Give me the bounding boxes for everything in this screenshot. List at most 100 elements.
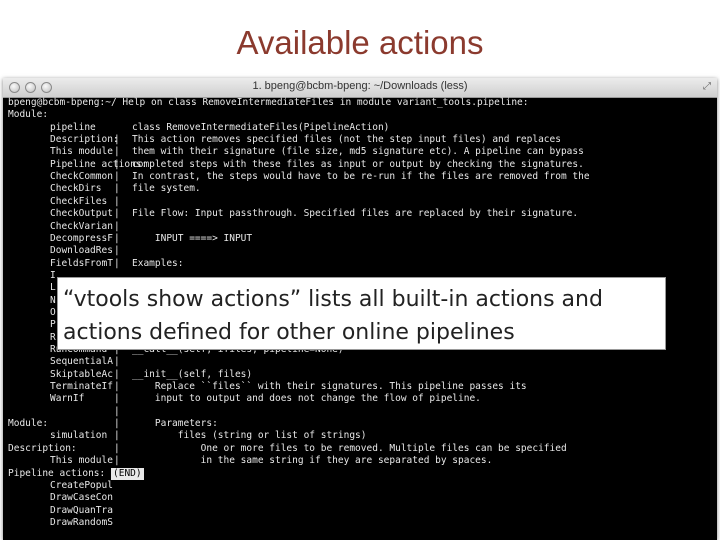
- terminal-column-c3: class RemoveIntermediateFiles(PipelineAc…: [132, 121, 390, 133]
- terminal-column-c3: File Flow: Input passthrough. Specified …: [132, 208, 579, 220]
- fullscreen-icon[interactable]: ⤢: [703, 81, 711, 92]
- terminal-column-c3: INPUT ====> INPUT: [132, 232, 253, 244]
- terminal-text: Module:: [8, 418, 49, 430]
- terminal-column-c3: them with their signature (file size, md…: [132, 146, 584, 158]
- terminal-line: Description: | This action removes specifi…: [8, 134, 712, 146]
- terminal-text: Pipeline actions:: [8, 467, 106, 479]
- terminal-column-c2: |: [114, 232, 120, 244]
- terminal-column-c3: Replace ``files`` with their signatures.…: [132, 381, 527, 393]
- terminal-line: DownloadRes |: [8, 245, 712, 257]
- terminal-column-c1: DrawQuanTra: [50, 504, 113, 516]
- terminal-line: CheckFiles |: [8, 196, 712, 208]
- terminal-column-c3: file system.: [132, 183, 201, 195]
- terminal-column-c3: in the same string if they are separated…: [132, 455, 493, 467]
- terminal-column-c2: |: [114, 430, 120, 442]
- terminal-column-c3: completed steps with these files as inpu…: [132, 158, 584, 170]
- terminal-line: DrawQuanTra: [8, 505, 712, 517]
- pager-end-marker: (END): [111, 467, 144, 480]
- terminal-column-c1: DrawRandomS: [50, 516, 113, 528]
- terminal-line: SequentialA |: [8, 356, 712, 368]
- terminal-column-c3: In contrast, the steps would have to be …: [132, 171, 590, 183]
- terminal-column-c1: SequentialA: [50, 356, 113, 368]
- terminal-column-c1: CheckFiles: [50, 195, 108, 207]
- terminal-line: |: [8, 406, 712, 418]
- terminal-line: simulation | files (string or list of str…: [8, 430, 712, 442]
- terminal-column-c1: DownloadRes: [50, 245, 113, 257]
- terminal-column-c1: WarnIf: [50, 393, 85, 405]
- terminal-column-c2: |: [114, 171, 120, 183]
- terminal-column-c3: files (string or list of strings): [132, 430, 367, 442]
- terminal-column-c1: FieldsFromT: [50, 257, 113, 269]
- terminal-line: CheckCommon | In contrast, the steps would…: [8, 171, 712, 183]
- terminal-column-c2: |: [114, 220, 120, 232]
- terminal-column-c1: N: [50, 294, 56, 306]
- terminal-column-c1: O: [50, 306, 56, 318]
- terminal-column-c2: |: [114, 442, 120, 454]
- terminal-column-c1: pipeline: [50, 121, 96, 133]
- slide-title: Available actions: [236, 24, 484, 61]
- terminal-line: TerminateIf | Replace ``files`` with thei…: [8, 381, 712, 393]
- terminal-text: Module:: [8, 109, 49, 121]
- terminal-column-c1: CheckCommon: [50, 171, 113, 183]
- terminal-column-c1: DecompressF: [50, 232, 113, 244]
- terminal-line: This module | them with their signature (f…: [8, 146, 712, 158]
- terminal-column-c2: |: [114, 195, 120, 207]
- terminal-text: bpeng@bcbm-bpeng:~/ Help on class Remove…: [8, 97, 529, 108]
- terminal-column-c2: |: [114, 368, 120, 380]
- terminal-column-c2: |: [114, 405, 120, 417]
- terminal-column-c1: R: [50, 331, 56, 343]
- terminal-line: FieldsFromT | Examples:: [8, 258, 712, 270]
- terminal-column-c2: |: [114, 158, 120, 170]
- terminal-line: This module | in the same string if they …: [8, 455, 712, 467]
- terminal-line: CreatePopul: [8, 480, 712, 492]
- terminal-column-c2: |: [114, 381, 120, 393]
- terminal-column-c1: Description:: [50, 134, 119, 146]
- terminal-column-c2: |: [114, 257, 120, 269]
- terminal-line: CheckVarian |: [8, 221, 712, 233]
- terminal-column-c1: This module: [50, 455, 113, 467]
- terminal-column-c3: Examples:: [132, 257, 184, 269]
- window-titlebar[interactable]: 1. bpeng@bcbm-bpeng: ~/Downloads (less) …: [3, 78, 717, 98]
- terminal-column-c1: This module: [50, 146, 113, 158]
- terminal-text: Description:: [8, 442, 77, 454]
- terminal-line: Module:: [8, 109, 712, 121]
- terminal-column-c3: Parameters:: [132, 418, 218, 430]
- terminal-column-c2: |: [114, 134, 120, 146]
- terminal-column-c2: |: [114, 455, 120, 467]
- terminal-column-c1: CheckDirs: [50, 183, 102, 195]
- terminal-column-c1: P: [50, 319, 56, 331]
- terminal-column-c3: __init__(self, files): [132, 368, 253, 380]
- terminal-column-c1: L: [50, 282, 56, 294]
- terminal-column-c2: |: [114, 245, 120, 257]
- terminal-line: DrawCaseCon: [8, 492, 712, 504]
- terminal-line: DecompressF | INPUT ====> INPUT: [8, 233, 712, 245]
- terminal-column-c2: |: [114, 208, 120, 220]
- terminal-line: Pipeline actions: | completed steps with t…: [8, 159, 712, 171]
- terminal-column-c1: CheckVarian: [50, 220, 113, 232]
- terminal-column-c3: One or more files to be removed. Multipl…: [132, 442, 567, 454]
- terminal-line: WarnIf | input to output and does not cha…: [8, 393, 712, 405]
- terminal-column-c1: DrawCaseCon: [50, 492, 113, 504]
- terminal-line: DrawRandomS: [8, 517, 712, 529]
- terminal-line: SkiptableAc | __init__(self, files): [8, 369, 712, 381]
- terminal-column-c1: I: [50, 269, 56, 281]
- terminal-line: pipeline class RemoveIntermediateFiles(Pi…: [8, 122, 712, 134]
- terminal-column-c2: |: [114, 393, 120, 405]
- terminal-column-c3: input to output and does not change the …: [132, 393, 481, 405]
- terminal-line: Module: | Parameters:: [8, 418, 712, 430]
- terminal-line: CheckOutput | File Flow: Input passthrough…: [8, 208, 712, 220]
- terminal-column-c2: |: [114, 146, 120, 158]
- terminal-column-c1: CheckOutput: [50, 208, 113, 220]
- terminal-line: Pipeline actions: (END): [8, 467, 712, 480]
- terminal-column-c1: TerminateIf: [50, 381, 113, 393]
- terminal-column-c1: CreatePopul: [50, 479, 113, 491]
- terminal-column-c2: |: [114, 356, 120, 368]
- terminal-line: CheckDirs | file system.: [8, 183, 712, 195]
- caption-text: “vtools show actions” lists all built-in…: [63, 287, 603, 345]
- terminal-column-c2: |: [114, 183, 120, 195]
- terminal-column-c3: This action removes specified files (not…: [132, 134, 561, 146]
- window-title: 1. bpeng@bcbm-bpeng: ~/Downloads (less): [252, 80, 468, 92]
- terminal-column-c1: SkiptableAc: [50, 368, 113, 380]
- terminal-column-c1: simulation: [50, 430, 108, 442]
- terminal-line: Description: | One or more files to be re…: [8, 443, 712, 455]
